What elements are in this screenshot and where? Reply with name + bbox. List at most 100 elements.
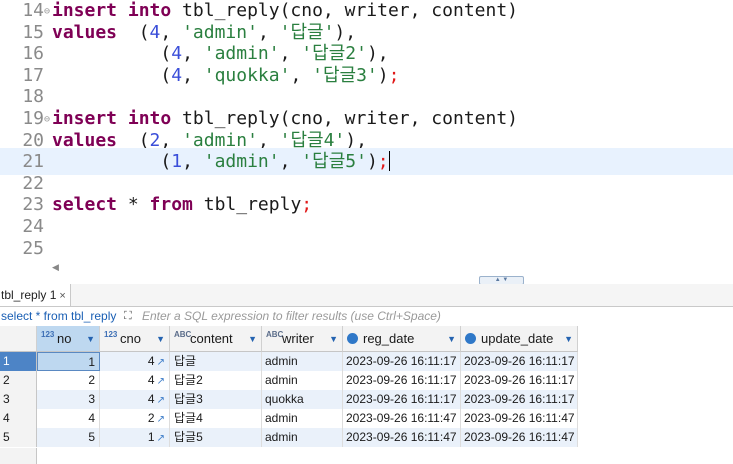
- cell-writer-value: admin: [265, 430, 298, 444]
- cell-no-value: 4: [88, 411, 95, 425]
- column-header-no[interactable]: 123 no ▼: [37, 326, 100, 352]
- cell-update-date-value: 2023-09-26 16:11:47: [464, 430, 575, 444]
- cell-writer[interactable]: admin: [262, 428, 343, 447]
- cell-writer[interactable]: admin: [262, 352, 343, 371]
- cell-reg-date-value: 2023-09-26 16:11:17: [346, 373, 457, 387]
- column-menu-arrow-icon[interactable]: ▼: [329, 326, 338, 352]
- column-menu-arrow-icon[interactable]: ▼: [86, 326, 95, 352]
- cell-reg-date[interactable]: 2023-09-26 16:11:17: [343, 371, 461, 390]
- result-tab-bar: tbl_reply 1 ×: [0, 284, 733, 307]
- column-header-label: update_date: [481, 331, 554, 346]
- close-icon[interactable]: ×: [59, 290, 65, 302]
- column-menu-arrow-icon[interactable]: ▼: [447, 326, 456, 352]
- column-header-label: reg_date: [363, 331, 415, 346]
- column-header-upd[interactable]: update_date ▼: [461, 326, 578, 352]
- cell-content[interactable]: 답글5: [170, 428, 262, 447]
- row-number-cell[interactable]: 3: [0, 390, 37, 409]
- cell-no[interactable]: 3: [37, 390, 100, 409]
- cell-content[interactable]: 답글2: [170, 371, 262, 390]
- foreign-key-link-icon[interactable]: ↗: [157, 433, 165, 444]
- cell-no[interactable]: 2: [37, 371, 100, 390]
- cell-content-value: 답글: [174, 354, 197, 368]
- filter-input[interactable]: Enter a SQL expression to filter results…: [142, 307, 441, 326]
- scroll-left-arrow-icon[interactable]: ◀: [52, 262, 59, 273]
- cell-update-date[interactable]: 2023-09-26 16:11:17: [461, 352, 578, 371]
- cell-content-value: 답글4: [174, 411, 203, 425]
- cell-content[interactable]: 답글: [170, 352, 262, 371]
- cell-cno[interactable]: 2 ↗: [100, 409, 170, 428]
- filter-query-label: select * from tbl_reply: [1, 309, 117, 323]
- cell-no[interactable]: 1: [37, 352, 100, 371]
- table-row[interactable]: 4 4 2 ↗ 답글4 admin 2023-09-26 16:11:47 2023-09-2…: [0, 409, 578, 428]
- row-number-cell[interactable]: 2: [0, 371, 37, 390]
- cell-content-value: 답글3: [174, 392, 203, 406]
- table-row[interactable]: 5 5 1 ↗ 답글5 admin 2023-09-26 16:11:47 2023-09-2…: [0, 428, 578, 447]
- cell-cno-value: 4: [147, 354, 155, 368]
- cell-no[interactable]: 5: [37, 428, 100, 447]
- column-header-label: writer: [282, 331, 314, 346]
- column-header-writer[interactable]: ABC writer ▼: [262, 326, 343, 352]
- cell-no[interactable]: 4: [37, 409, 100, 428]
- foreign-key-link-icon[interactable]: ↗: [157, 357, 165, 368]
- column-menu-arrow-icon[interactable]: ▼: [156, 326, 165, 352]
- cell-no-value: 1: [88, 355, 95, 369]
- row-number-cell: [0, 448, 37, 464]
- row-number-cell[interactable]: 5: [0, 428, 37, 447]
- cell-content[interactable]: 답글4: [170, 409, 262, 428]
- cell-reg-date[interactable]: 2023-09-26 16:11:17: [343, 390, 461, 409]
- cell-writer[interactable]: admin: [262, 371, 343, 390]
- cell-reg-date-value: 2023-09-26 16:11:47: [346, 411, 457, 425]
- cell-reg-date-value: 2023-09-26 16:11:17: [346, 392, 457, 406]
- cell-reg-date[interactable]: 2023-09-26 16:11:47: [343, 428, 461, 447]
- foreign-key-link-icon[interactable]: ↗: [157, 376, 165, 387]
- column-menu-arrow-icon[interactable]: ▼: [564, 326, 573, 352]
- cell-writer[interactable]: admin: [262, 409, 343, 428]
- filter-bar: select * from tbl_reply ⛶ Enter a SQL ex…: [0, 307, 733, 327]
- cell-update-date[interactable]: 2023-09-26 16:11:17: [461, 390, 578, 409]
- cell-cno[interactable]: 4 ↗: [100, 371, 170, 390]
- row-number-cell[interactable]: 1: [0, 352, 37, 371]
- column-menu-arrow-icon[interactable]: ▼: [248, 326, 257, 352]
- cell-content-value: 답글5: [174, 430, 203, 444]
- code-line[interactable]: 25: [0, 235, 733, 260]
- table-row[interactable]: 1 1 4 ↗ 답글 admin 2023-09-26 16:11:17 2023-09-26…: [0, 352, 578, 371]
- tab-tbl-reply-1[interactable]: tbl_reply 1 ×: [0, 284, 71, 306]
- foreign-key-link-icon[interactable]: ↗: [157, 395, 165, 406]
- text-type-icon: ABC: [266, 330, 284, 339]
- sql-editor[interactable]: 14 ⊖ insert into tbl_reply(cno, writer, co…: [0, 0, 733, 260]
- table-row[interactable]: 3 3 4 ↗ 답글3 quokka 2023-09-26 16:11:17 2023-09-…: [0, 390, 578, 409]
- cell-writer[interactable]: quokka: [262, 390, 343, 409]
- grid-empty-area: [0, 448, 578, 464]
- row-number-cell-value: 2: [3, 373, 10, 387]
- cell-content[interactable]: 답글3: [170, 390, 262, 409]
- cell-cno[interactable]: 1 ↗: [100, 428, 170, 447]
- cell-update-date[interactable]: 2023-09-26 16:11:47: [461, 428, 578, 447]
- text-caret: [388, 151, 390, 172]
- table-row[interactable]: 2 2 4 ↗ 답글2 admin 2023-09-26 16:11:17 2023-09-2…: [0, 371, 578, 390]
- column-header-reg[interactable]: reg_date ▼: [343, 326, 461, 352]
- line-number: 25: [22, 237, 44, 259]
- cell-update-date[interactable]: 2023-09-26 16:11:47: [461, 409, 578, 428]
- cell-update-date-value: 2023-09-26 16:11:47: [464, 411, 575, 425]
- cell-update-date[interactable]: 2023-09-26 16:11:17: [461, 371, 578, 390]
- cell-cno[interactable]: 4 ↗: [100, 352, 170, 371]
- cell-update-date-value: 2023-09-26 16:11:17: [464, 373, 575, 387]
- column-header-label: cno: [120, 331, 141, 346]
- text-type-icon: ABC: [174, 330, 192, 339]
- cell-writer-value: admin: [265, 373, 298, 387]
- editor-horizontal-scrollbar[interactable]: ◀: [44, 262, 733, 276]
- column-header-cno[interactable]: 123 cno ▼: [100, 326, 170, 352]
- row-number-cell-value: 3: [3, 392, 10, 406]
- expand-filter-icon[interactable]: ⛶: [124, 307, 132, 326]
- column-header-label: content: [190, 331, 233, 346]
- cell-reg-date[interactable]: 2023-09-26 16:11:17: [343, 352, 461, 371]
- row-number-cell-value: 1: [3, 354, 10, 368]
- row-number-cell[interactable]: 4: [0, 409, 37, 428]
- cell-cno[interactable]: 4 ↗: [100, 390, 170, 409]
- foreign-key-link-icon[interactable]: ↗: [157, 414, 165, 425]
- row-number-header[interactable]: [0, 326, 37, 352]
- column-header-content[interactable]: ABC content ▼: [170, 326, 262, 352]
- cell-reg-date[interactable]: 2023-09-26 16:11:47: [343, 409, 461, 428]
- row-number-cell-value: 5: [3, 430, 10, 444]
- datetime-type-icon: [347, 333, 358, 344]
